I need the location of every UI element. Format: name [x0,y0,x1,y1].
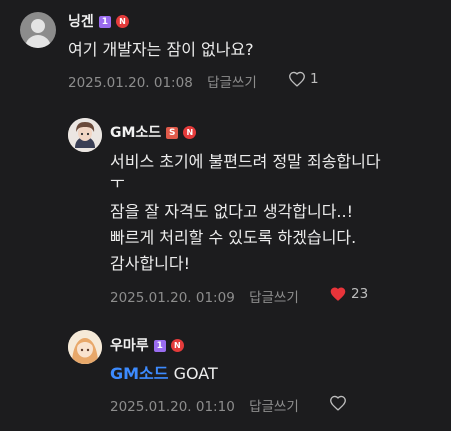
comment-2-line: ㅜ [110,173,125,192]
new-badge-icon: N [170,339,184,352]
comment-2-line: 빠르게 처리할 수 있도록 하겠습니다. [110,228,357,247]
avatar-default[interactable] [20,12,56,48]
comment-timestamp: 2025.01.20. 01:08 [68,75,193,91]
like-count: 1 [310,71,319,87]
avatar-body-shape [25,35,51,48]
character-avatar-icon [68,330,102,364]
comment-2-line: 잠을 잘 자격도 없다고 생각합니다..! [110,202,354,221]
character-avatar-icon [68,118,102,152]
comment-3-meta: 2025.01.20. 01:10 답글쓰기 [110,395,299,415]
like-count: 23 [351,286,369,302]
avatar-gm[interactable] [68,118,102,152]
new-badge-icon: N [183,126,197,139]
author-name[interactable]: GM소드 [110,125,161,141]
level-badge-icon: 1 [153,339,166,352]
reply-button[interactable]: 답글쓰기 [249,399,299,415]
comment-timestamp: 2025.01.20. 01:10 [110,399,235,415]
comment-2-meta: 2025.01.20. 01:09 답글쓰기 [110,286,299,306]
new-badge-icon: N [115,15,129,28]
like-button[interactable]: 23 [329,286,368,302]
reply-button[interactable]: 답글쓰기 [249,290,299,306]
reply-button[interactable]: 답글쓰기 [207,75,257,91]
comment-3-header: 우마루 1 N [110,335,184,355]
comment-1-meta: 2025.01.20. 01:08 답글쓰기 [68,71,257,91]
comment-2-header: GM소드 S N [110,122,197,142]
comment-1-header: 닝겐 1 N [68,11,129,31]
comment-3-text: GM소드 GOAT [110,361,218,387]
heart-outline-icon [289,71,305,87]
comment-2-body: 서비스 초기에 불편드려 정말 죄송합니다 ㅜ 잠을 잘 자격도 없다고 생각합… [110,149,381,277]
level-badge-icon: 1 [98,15,111,28]
staff-badge-icon: S [166,126,179,139]
comment-2-line: 서비스 초기에 불편드려 정말 죄송합니다 [110,152,381,171]
heart-filled-icon [330,287,346,301]
like-button[interactable] [329,395,347,411]
author-name[interactable]: 우마루 [110,338,149,354]
comment-timestamp: 2025.01.20. 01:09 [110,290,235,306]
comment-2-line: 감사합니다! [110,254,191,273]
heart-outline-icon [330,395,346,411]
avatar-head-shape [31,19,45,33]
comment-3-message: GOAT [173,364,218,383]
author-name[interactable]: 닝겐 [68,14,94,30]
comment-1-text: 여기 개발자는 잠이 없나요? [68,40,254,59]
mention-link[interactable]: GM소드 [110,364,169,383]
like-button[interactable]: 1 [288,71,319,87]
avatar-umaru[interactable] [68,330,102,364]
